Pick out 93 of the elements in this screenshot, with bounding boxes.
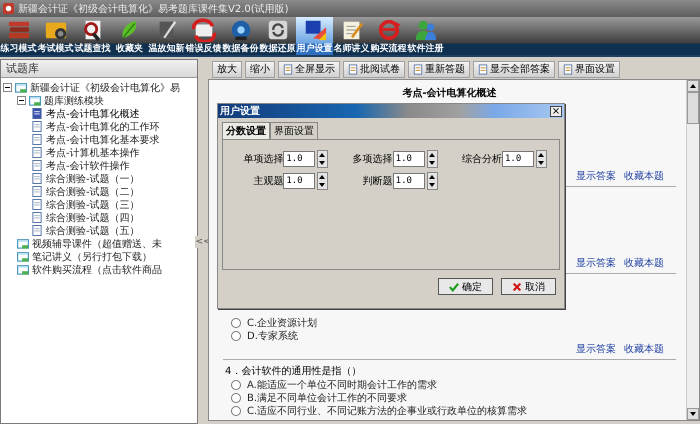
toolbar-button[interactable]: 数据还原 [259,17,296,55]
link[interactable]: 显示答案 [576,342,616,355]
dialog-title: 用户设置 [220,104,260,118]
tree-item[interactable]: 软件购买流程（点击软件商品 [32,262,162,276]
link[interactable]: 收藏本题 [624,342,664,355]
spinner-icon[interactable] [536,150,547,168]
scroll-thumb[interactable] [687,92,699,124]
toolbar-button[interactable]: 重新答题 [408,60,470,78]
collapse-icon[interactable] [17,96,26,105]
field-label: 主观题 [253,174,284,188]
tab[interactable]: 界面设置 [270,122,318,139]
field-label: 判断题 [362,174,393,188]
toolbar-button[interactable]: 错误反馈 [185,17,222,55]
input-field[interactable]: 1.0 [392,151,425,167]
spinner-icon[interactable] [426,150,438,168]
spinner-icon[interactable] [426,172,438,190]
link[interactable]: 收藏本题 [624,169,664,182]
folder-icon [17,264,29,275]
tree-item[interactable]: 考点-计算机基本操作 [46,146,140,160]
tree-item[interactable]: 笔记讲义（另行打包下载） [32,250,152,264]
radio-button[interactable] [231,330,241,340]
tree-item[interactable]: 综合测验-试题（五） [46,224,140,238]
toolbar-button[interactable]: 练习模式 [0,17,37,55]
toolbar-button[interactable]: 显示全部答案 [473,60,555,78]
toolbar-button[interactable]: 放大 [212,60,242,78]
document-icon [413,64,423,74]
option-text: B.满足不同单位会计工作的不同要求 [247,392,408,404]
input-field[interactable]: 1.0 [502,151,534,167]
document-title: 考点-会计电算化概述 [401,86,498,101]
document-icon [283,64,293,74]
link[interactable]: 显示答案 [576,169,616,182]
option-text: C.企业资源计划 [247,316,318,330]
input-field[interactable]: 1.0 [283,173,316,189]
question-text: 4．会计软件的通用性是指（） [224,364,362,378]
tree-item[interactable]: 综合测验-试题（三） [46,198,140,212]
toolbar-button[interactable]: 批阅试卷 [343,60,405,78]
folder-icon [17,251,29,262]
toolbar-button[interactable]: 缩小 [245,60,275,78]
toolbar-button[interactable]: 考试模式 [37,17,74,55]
tree-item[interactable]: 新疆会计证《初级会计电算化》易 [30,80,180,94]
link[interactable]: 显示答案 [576,256,616,269]
folder-icon [17,238,29,249]
radio-button[interactable] [231,392,241,402]
tree-item[interactable]: 综合测验-试题（二） [46,184,140,198]
link[interactable]: 收藏本题 [624,256,664,269]
field-label: 综合分析 [462,152,502,166]
dialog-button[interactable]: 取消 [501,278,556,295]
input-field[interactable]: 1.0 [392,173,425,189]
tree-item[interactable]: 综合测验-试题（一） [46,172,140,186]
toolbar-button[interactable]: 用户设置 [296,17,333,55]
dialog-button[interactable]: 确定 [438,278,493,295]
panel-title: 试题库 [1,60,197,78]
scroll-down-icon[interactable] [687,408,699,420]
tree-item[interactable]: 视频辅导课件（超值赠送、未 [32,236,162,250]
radio-button[interactable] [231,380,241,390]
spinner-icon[interactable] [317,172,328,190]
option-text: A.能适应一个单位不同时期会计工作的需求 [247,378,437,392]
folder-icon [15,82,27,93]
toolbar-button[interactable]: 试题查找 [74,17,111,55]
radio-button[interactable] [231,318,241,328]
option-text: C.适应不同行业、不同记账方法的企事业或行政单位的核算需求 [247,404,528,418]
field-label: 单项选择 [243,152,284,166]
check-icon [449,282,459,292]
toolbar-button[interactable]: 收藏夹 [111,17,148,55]
window-title: 新疆会计证《初级会计电算化》易考题库课件集V2.0(试用版) [18,2,289,16]
document-icon [563,64,573,74]
toolbar-button[interactable]: 名师讲义 [333,17,370,55]
close-icon [512,282,522,292]
tree-item[interactable]: 考点-会计电算化的工作环 [46,120,160,134]
tree-item[interactable]: 综合测验-试题（四） [46,210,140,224]
toolbar-button[interactable]: 数据备份 [222,17,259,55]
document-icon [348,64,358,74]
input-field[interactable]: 1.0 [283,151,316,167]
close-button[interactable]: × [550,106,562,116]
toolbar-button[interactable]: 全屏显示 [278,60,340,78]
collapse-icon[interactable] [3,83,12,92]
tree-item[interactable]: 考点-会计电算化概述 [46,106,140,120]
toolbar-button[interactable]: 界面设置 [558,60,620,78]
tree-item[interactable]: 考点-会计电算化基本要求 [46,132,160,146]
document-icon [478,64,488,74]
radio-button[interactable] [231,406,241,416]
toolbar-button[interactable]: 温故知新 [148,17,185,55]
toolbar-button[interactable]: 软件注册 [407,17,444,55]
app-icon [3,3,14,14]
tab[interactable]: 分数设置 [222,122,270,139]
toolbar-button[interactable]: 购买流程 [370,17,407,55]
tree-item[interactable]: 题库测练模块 [44,94,104,108]
field-label: 多项选择 [352,152,393,166]
scroll-up-icon[interactable] [687,80,699,92]
spinner-icon[interactable] [317,150,328,168]
option-text: D.专家系统 [247,330,298,342]
tree-item[interactable]: 考点-会计软件操作 [46,158,130,172]
folder-icon [29,95,41,106]
